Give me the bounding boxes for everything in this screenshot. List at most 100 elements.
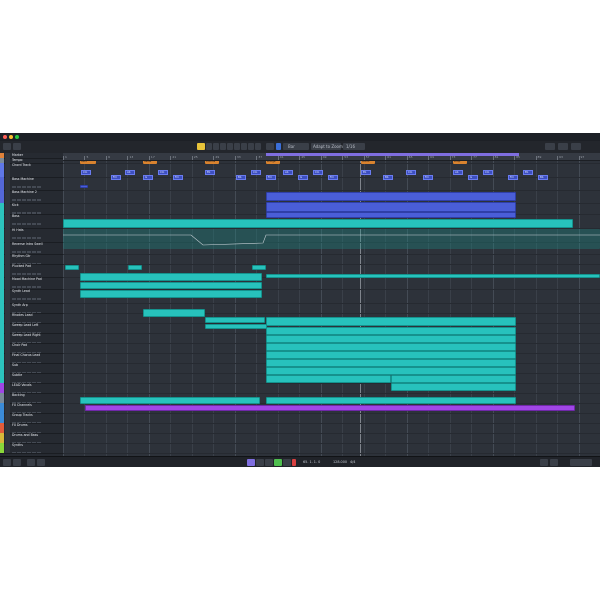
media-rack-button[interactable] <box>558 143 568 150</box>
record-mode-button[interactable] <box>27 459 35 466</box>
track-name[interactable]: Backing <box>12 393 25 398</box>
event-clip[interactable] <box>128 265 142 270</box>
timeline-ruler[interactable]: 1 5 9 13 17 21 25 29 33 37 41 45 49 53 57 61 65 69 73 77 81 8… <box>63 153 600 161</box>
chord-event[interactable]: G <box>143 175 153 180</box>
track-header[interactable]: Bass <box>0 214 63 239</box>
chord-event[interactable]: Fm <box>508 175 518 180</box>
play-button[interactable] <box>274 459 282 466</box>
event-clip[interactable] <box>266 212 516 218</box>
chord-event[interactable]: Fm <box>111 175 121 180</box>
track-name[interactable]: Group Tracks <box>12 413 33 418</box>
track-name[interactable]: Sweep Lead Left <box>12 323 38 328</box>
track-header[interactable]: Hi Hats <box>0 228 63 253</box>
metronome-button[interactable] <box>540 459 548 466</box>
track-name[interactable]: Synths <box>12 443 23 448</box>
chord-event[interactable]: Bb <box>236 175 246 180</box>
record-button[interactable] <box>292 459 296 466</box>
event-clip[interactable] <box>391 383 516 391</box>
track-header[interactable]: Chord Track <box>0 163 63 188</box>
marker-event[interactable]: Intro <box>80 161 96 164</box>
chord-event[interactable]: Fm <box>328 175 338 180</box>
event-clip[interactable] <box>266 397 516 404</box>
track-name[interactable]: Rhythm Gtr <box>12 254 31 259</box>
precount-button[interactable] <box>550 459 558 466</box>
auto-scroll-button[interactable] <box>276 143 281 150</box>
event-clip[interactable] <box>80 290 262 298</box>
event-clip[interactable] <box>266 335 516 343</box>
lower-zone-toggle-button[interactable] <box>13 143 21 150</box>
tempo-display[interactable]: 128.000 <box>333 458 347 467</box>
track-name[interactable]: LEAD Vocals <box>12 383 32 388</box>
chord-event[interactable]: Ab <box>283 170 293 175</box>
glue-tool-button[interactable] <box>220 143 226 150</box>
chord-event[interactable]: G <box>298 175 308 180</box>
zone-toggle-button[interactable] <box>3 459 11 466</box>
event-clip[interactable] <box>143 309 205 317</box>
automation-lane[interactable] <box>63 229 600 249</box>
chord-event[interactable]: Ab <box>453 170 463 175</box>
draw-tool-button[interactable] <box>248 143 254 150</box>
chord-event[interactable]: Cm <box>406 170 416 175</box>
marker-event[interactable]: Bridge <box>266 161 280 164</box>
chord-event[interactable]: Eb <box>523 170 533 175</box>
mute-tool-button[interactable] <box>241 143 247 150</box>
rewind-button[interactable] <box>256 459 264 466</box>
maximize-window-icon[interactable] <box>15 135 19 139</box>
track-name[interactable]: Sweep Lead Right <box>12 333 41 338</box>
event-clip[interactable] <box>266 359 516 367</box>
chord-event[interactable]: Cm <box>81 170 91 175</box>
object-selection-tool-button[interactable] <box>197 143 205 150</box>
track-header[interactable]: Synths <box>0 443 63 464</box>
cycle-button[interactable] <box>247 459 255 466</box>
range-tool-button[interactable] <box>206 143 212 150</box>
grid-type-select[interactable] <box>283 143 309 150</box>
punch-button[interactable] <box>37 459 45 466</box>
track-name[interactable]: Plucked Pad <box>12 264 31 269</box>
track-name[interactable]: Subtle <box>12 373 22 378</box>
chord-event[interactable]: Cm <box>251 170 261 175</box>
event-clip[interactable] <box>266 343 516 351</box>
chord-event[interactable]: Fm <box>423 175 433 180</box>
track-name[interactable]: Chord Track <box>12 163 31 168</box>
signature-display[interactable]: 4/4 <box>350 458 355 467</box>
track-header[interactable]: Bass Machine <box>0 177 63 201</box>
track-header[interactable]: Synth Lead <box>0 289 63 314</box>
event-clip[interactable] <box>205 317 265 323</box>
track-name[interactable]: Final Chorus Lead <box>12 353 40 358</box>
chord-event-small[interactable] <box>80 185 88 188</box>
track-name[interactable]: Choir Pad <box>12 343 27 348</box>
track-name[interactable]: Reverse Intro Swell <box>12 242 43 247</box>
event-clip[interactable] <box>266 192 516 201</box>
edit-history-button[interactable] <box>13 459 21 466</box>
stop-button[interactable] <box>283 459 291 466</box>
marker-event[interactable]: Outro <box>361 161 375 164</box>
event-clip[interactable] <box>391 375 516 383</box>
track-name[interactable]: Synth Lead <box>12 289 30 294</box>
chord-event[interactable]: Bb <box>538 175 548 180</box>
event-clip[interactable] <box>80 282 262 289</box>
chord-event[interactable]: Fm <box>266 175 276 180</box>
forward-button[interactable] <box>265 459 273 466</box>
chord-event[interactable]: Ab <box>125 170 135 175</box>
event-clip[interactable] <box>266 317 516 326</box>
track-name[interactable]: FX Drums <box>12 423 28 428</box>
arrangement-area[interactable]: Intro Verse Chorus Bridge Outro Drop Cm Fm Ab G Cm… <box>63 161 600 456</box>
chord-event[interactable]: G <box>468 175 478 180</box>
track-name[interactable]: Bass Machine 2 <box>12 190 37 195</box>
track-name[interactable]: Bass Machine <box>12 177 34 182</box>
event-clip[interactable] <box>65 265 79 270</box>
track-name[interactable]: Drums and Bass <box>12 433 38 438</box>
track-name[interactable]: Bass <box>12 214 19 219</box>
marker-event[interactable]: Drop <box>453 161 467 164</box>
event-clip[interactable] <box>266 274 600 278</box>
track-header[interactable]: Bass Machine 2 <box>0 190 63 214</box>
track-name[interactable]: Rhodes Lead <box>12 313 33 318</box>
track-name[interactable]: Sub <box>12 363 18 368</box>
event-clip[interactable] <box>266 351 516 359</box>
split-tool-button[interactable] <box>213 143 219 150</box>
close-window-icon[interactable] <box>3 135 7 139</box>
track-header[interactable]: Plucked Pad <box>0 264 63 288</box>
chord-event[interactable]: Bb <box>383 175 393 180</box>
minimize-window-icon[interactable] <box>9 135 13 139</box>
track-name[interactable]: Mood Machine Pad <box>12 277 42 282</box>
